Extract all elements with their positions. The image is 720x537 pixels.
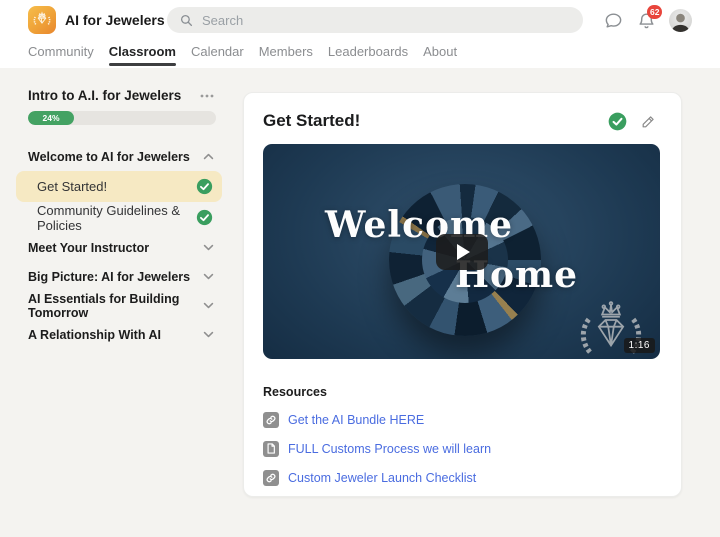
course-progress-value: 24%	[28, 111, 75, 125]
nav-tabs: Community Classroom Calendar Members Lea…	[0, 40, 720, 68]
tab-about[interactable]: About	[423, 40, 457, 68]
check-circle-icon	[196, 209, 213, 226]
chevron-down-icon	[203, 273, 214, 280]
lesson-video-player[interactable]: Welcome Home 1:16	[263, 144, 660, 359]
tab-calendar[interactable]: Calendar	[191, 40, 244, 68]
chevron-down-icon	[203, 244, 214, 251]
course-sidebar: Intro to A.I. for Jewelers 24% Welcome t…	[16, 88, 222, 349]
top-bar: AI for Jewelers Search 62	[0, 0, 720, 40]
resource-link-ai-bundle[interactable]: Get the AI Bundle HERE	[263, 411, 663, 428]
file-icon	[263, 440, 279, 457]
lesson-get-started[interactable]: Get Started!	[16, 171, 222, 202]
section-meet-your-instructor[interactable]: Meet Your Instructor	[16, 233, 222, 262]
edit-pencil-icon[interactable]	[640, 113, 657, 130]
search-placeholder: Search	[202, 12, 244, 28]
chevron-down-icon	[203, 302, 214, 309]
resource-link-customs-process[interactable]: FULL Customs Process we will learn	[263, 440, 663, 457]
chevron-down-icon	[203, 331, 214, 338]
section-ai-essentials[interactable]: AI Essentials for Building Tomorrow	[16, 291, 222, 320]
lesson-complete-check-icon[interactable]	[608, 112, 627, 131]
section-big-picture[interactable]: Big Picture: AI for Jewelers	[16, 262, 222, 291]
resources-section: Resources Get the AI Bundle HERE FULL Cu…	[263, 385, 663, 486]
lesson-card: Get Started! Welcome Home 1:16 Resources…	[243, 92, 682, 497]
course-title: Intro to A.I. for Jewelers	[28, 88, 182, 103]
play-icon	[457, 244, 470, 260]
chat-button[interactable]	[603, 11, 624, 30]
link-icon	[263, 469, 279, 486]
lesson-community-guidelines[interactable]: Community Guidelines & Policies	[16, 202, 222, 233]
search-icon	[180, 14, 193, 27]
video-duration: 1:16	[623, 338, 655, 353]
section-welcome[interactable]: Welcome to AI for Jewelers	[16, 142, 222, 171]
notification-count-badge: 62	[647, 4, 663, 19]
check-circle-icon	[196, 178, 213, 195]
course-progress-bar: 24%	[28, 111, 216, 125]
tab-leaderboards[interactable]: Leaderboards	[328, 40, 408, 68]
user-avatar[interactable]	[669, 8, 692, 32]
lesson-title: Get Started!	[263, 111, 361, 130]
play-button[interactable]	[436, 234, 488, 270]
link-icon	[263, 411, 279, 428]
community-logo[interactable]	[28, 6, 56, 34]
course-options-button[interactable]	[200, 94, 214, 98]
section-relationship-with-ai[interactable]: A Relationship With AI	[16, 320, 222, 349]
resources-heading: Resources	[263, 385, 327, 399]
avatar-silhouette-icon	[671, 13, 690, 32]
chevron-up-icon	[203, 153, 214, 160]
resource-link-launch-checklist[interactable]: Custom Jeweler Launch Checklist	[263, 469, 663, 486]
tab-classroom[interactable]: Classroom	[108, 40, 177, 68]
chat-icon	[603, 11, 624, 30]
top-actions: 62	[603, 0, 692, 40]
search-input[interactable]: Search	[167, 7, 583, 33]
tab-members[interactable]: Members	[259, 40, 313, 68]
notifications-button[interactable]: 62	[637, 4, 663, 31]
community-name[interactable]: AI for Jewelers	[65, 12, 165, 28]
tab-community[interactable]: Community	[28, 40, 94, 68]
diamond-laurel-icon	[32, 11, 52, 29]
